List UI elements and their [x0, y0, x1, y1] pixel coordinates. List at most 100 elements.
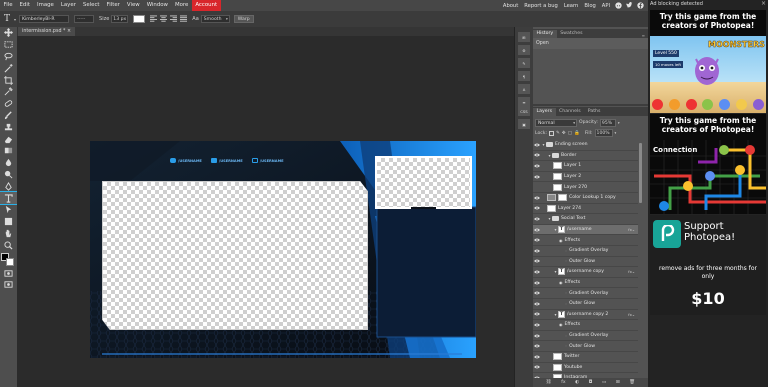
visibility-eye-icon[interactable]: [533, 353, 541, 361]
visibility-eye-icon[interactable]: [533, 268, 541, 276]
visibility-eye-icon[interactable]: [533, 183, 541, 191]
fx-badge[interactable]: fx⌄: [628, 227, 635, 232]
learn-link[interactable]: Learn: [561, 3, 582, 9]
visibility-eye-icon[interactable]: [533, 151, 541, 159]
layer-row[interactable]: ▾ T/username fx⌄: [533, 224, 638, 236]
menu-layer[interactable]: Layer: [57, 0, 79, 11]
visibility-eye-icon[interactable]: [533, 194, 541, 202]
antialias-select[interactable]: Smooth ▾: [200, 15, 230, 23]
shape-tool-button[interactable]: [0, 216, 17, 228]
close-tab-icon[interactable]: ×: [67, 29, 71, 34]
layer-row[interactable]: ◉ Effects: [533, 277, 638, 289]
menu-more[interactable]: More: [171, 0, 191, 11]
menu-filter[interactable]: Filter: [103, 0, 123, 11]
dodge-tool-button[interactable]: [0, 169, 17, 181]
justify-icon[interactable]: [180, 14, 188, 24]
text-toggle-icon[interactable]: A: [518, 84, 530, 94]
menu-window[interactable]: Window: [143, 0, 171, 11]
layer-row[interactable]: ▾ T/username copy fx⌄: [533, 267, 638, 278]
lasso-tool-button[interactable]: [0, 51, 17, 63]
font-style-select[interactable]: -----: [74, 15, 95, 23]
visibility-eye-icon[interactable]: [533, 215, 541, 223]
menu-view[interactable]: View: [123, 0, 143, 11]
new-group-icon[interactable]: ▭: [602, 380, 606, 385]
fill-input[interactable]: 100%: [594, 129, 613, 137]
blend-mode-select[interactable]: Normal ▾: [535, 118, 577, 127]
visibility-eye-icon[interactable]: [533, 226, 541, 234]
layer-row[interactable]: Twitter: [533, 352, 638, 363]
visibility-eye-icon[interactable]: [533, 332, 541, 340]
twitter-icon[interactable]: [626, 2, 633, 9]
visibility-eye-icon[interactable]: [533, 310, 541, 318]
api-link[interactable]: API: [599, 3, 613, 9]
layer-row[interactable]: Layer 274: [533, 203, 638, 215]
layer-effects-icon[interactable]: fx: [561, 380, 565, 385]
visibility-eye-icon[interactable]: [533, 257, 541, 265]
layer-row[interactable]: ◦ Gradient Overlay: [533, 246, 638, 257]
lock-paint-icon[interactable]: ✎: [556, 131, 560, 136]
pen-tool-button[interactable]: [0, 180, 17, 192]
visibility-eye-icon[interactable]: [533, 247, 541, 255]
fx-badge[interactable]: fx⌄: [628, 312, 635, 317]
screen-mode-button[interactable]: [0, 279, 17, 291]
layer-row[interactable]: ▾ Border: [533, 150, 638, 162]
clone-stamp-button[interactable]: [0, 121, 17, 133]
lock-pixels-icon[interactable]: [549, 130, 555, 136]
zoom-tool-button[interactable]: [0, 239, 17, 251]
brush-tool-button[interactable]: [0, 110, 17, 122]
layer-row[interactable]: Layer 1: [533, 161, 638, 172]
layer-row[interactable]: ◉ Effects: [533, 320, 638, 331]
quick-mask-button[interactable]: [0, 267, 17, 279]
canvas[interactable]: /USERNAME /USERNAME /USERNAME: [90, 141, 476, 358]
menu-account[interactable]: Account: [191, 0, 221, 11]
font-size-input[interactable]: 13 px: [111, 15, 129, 23]
align-right-icon[interactable]: [170, 14, 178, 24]
gradient-tool-button[interactable]: [0, 145, 17, 157]
brush-toggle-icon[interactable]: ✎: [518, 58, 530, 68]
type-tool-button[interactable]: [0, 191, 18, 205]
eyedropper-button[interactable]: [0, 86, 17, 98]
font-family-select[interactable]: KimberleyBl-R: [19, 15, 70, 23]
about-link[interactable]: About: [500, 3, 521, 9]
report-bug-link[interactable]: Report a bug: [521, 3, 561, 9]
visibility-eye-icon[interactable]: [533, 342, 541, 350]
new-layer-icon[interactable]: ⊞: [616, 380, 620, 385]
crop-tool-button[interactable]: [0, 74, 17, 86]
visibility-eye-icon[interactable]: [533, 236, 541, 244]
opacity-input[interactable]: 95%: [599, 118, 616, 127]
workspace[interactable]: /USERNAME /USERNAME /USERNAME: [17, 36, 514, 387]
tab-swatches[interactable]: Swatches: [557, 30, 586, 38]
layer-row[interactable]: ▾ T/username copy 2 fx⌄: [533, 309, 638, 321]
visibility-eye-icon[interactable]: [533, 279, 541, 287]
visibility-eye-icon[interactable]: [533, 363, 541, 371]
layer-row[interactable]: ▾ Ending screen: [533, 140, 638, 151]
visibility-eye-icon[interactable]: [533, 173, 541, 181]
lock-artboard-icon[interactable]: ▢: [568, 131, 572, 136]
visibility-eye-icon[interactable]: [533, 141, 541, 149]
visibility-eye-icon[interactable]: [533, 300, 541, 308]
tab-paths[interactable]: Paths: [584, 108, 604, 116]
ad-support-photopea[interactable]: Support Photopea! remove ads for three m…: [650, 215, 766, 315]
layer-row[interactable]: ◉ Effects: [533, 235, 638, 246]
menu-image[interactable]: Image: [33, 0, 57, 11]
document-tab[interactable]: intermission.psd * ×: [18, 27, 76, 36]
hand-tool-button[interactable]: [0, 228, 17, 240]
close-ad-icon[interactable]: ×: [761, 0, 766, 7]
adjustment-layer-icon[interactable]: ◐: [575, 380, 579, 385]
layer-row[interactable]: Color Lookup 1 copy: [533, 193, 638, 204]
tab-channels[interactable]: Channels: [556, 108, 585, 116]
warp-button[interactable]: Warp: [233, 15, 254, 23]
lock-all-icon[interactable]: 🔒: [574, 131, 580, 136]
opacity-dropdown-icon[interactable]: ▾: [618, 121, 620, 125]
color-swatches[interactable]: [0, 253, 17, 267]
visibility-eye-icon[interactable]: [533, 162, 541, 170]
layer-row[interactable]: ▾ Social Text: [533, 214, 638, 225]
marquee-tool-button[interactable]: [0, 39, 17, 51]
history-entry[interactable]: Open: [533, 38, 648, 49]
layer-row[interactable]: ◦ Outer Glow: [533, 256, 638, 268]
visibility-eye-icon[interactable]: [533, 321, 541, 329]
eraser-button[interactable]: [0, 133, 17, 145]
blur-tool-button[interactable]: [0, 157, 17, 169]
menu-select[interactable]: Select: [79, 0, 103, 11]
layer-row[interactable]: ◦ Gradient Overlay: [533, 330, 638, 342]
